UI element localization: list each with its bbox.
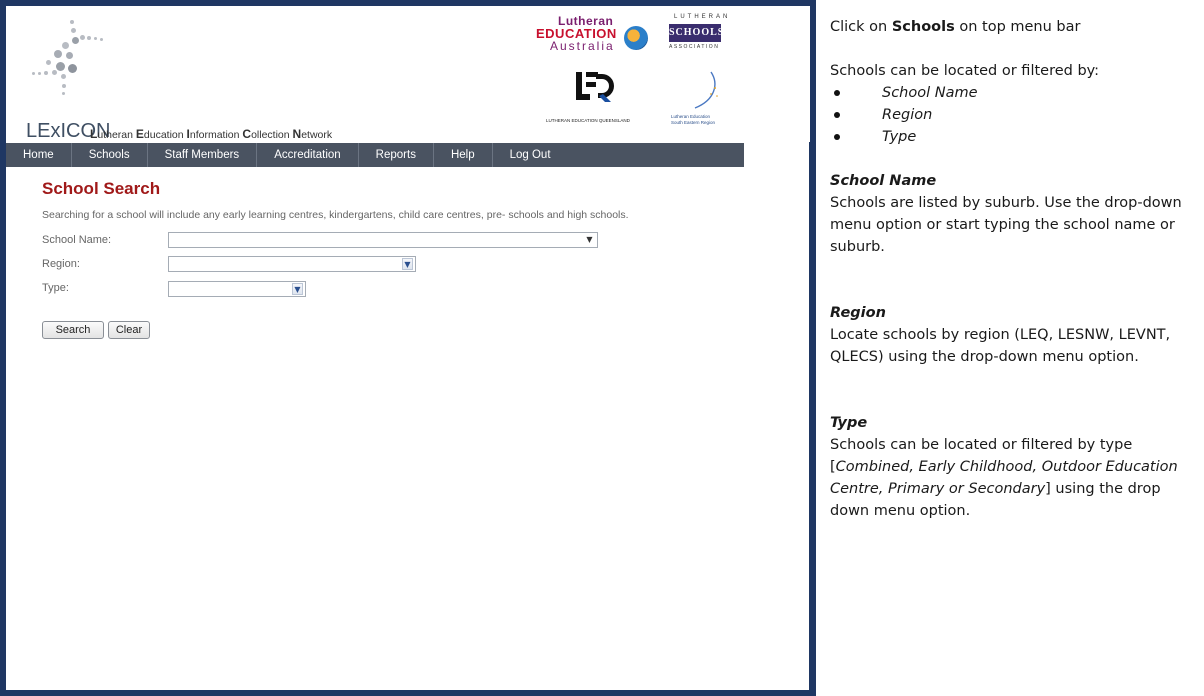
nav-help[interactable]: Help — [434, 143, 493, 167]
school-name-select[interactable]: ▼ — [168, 232, 598, 248]
chevron-down-icon: ▼ — [402, 258, 413, 270]
lexicon-tagline: Lutheran Education Information Collectio… — [90, 127, 333, 141]
header-banner: LExICON Lutheran Education Information C… — [6, 6, 810, 142]
nav-reports[interactable]: Reports — [359, 143, 434, 167]
lutheran-education-australia-logo: Lutheran EDUCATION Australia — [536, 14, 654, 64]
list-item: Region — [830, 104, 1200, 126]
filter-options-list: School Name Region Type — [830, 82, 1200, 148]
region-label: Region: — [42, 258, 80, 270]
region-heading: Region — [830, 305, 886, 321]
page-title: School Search — [42, 179, 161, 198]
chevron-down-icon: ▼ — [292, 283, 303, 295]
instructions-panel: Click on Schools on top menu bar Schools… — [830, 16, 1200, 522]
clear-button[interactable]: Clear — [108, 321, 150, 339]
school-name-label: School Name: — [42, 234, 112, 246]
app-screenshot-frame: LExICON Lutheran Education Information C… — [0, 0, 816, 696]
instruction-filter-intro: Schools can be located or filtered by: — [830, 63, 1100, 79]
list-item: Type — [830, 126, 1200, 148]
school-name-description: Schools are listed by suburb. Use the dr… — [830, 195, 1182, 255]
search-button[interactable]: Search — [42, 321, 104, 339]
top-menu-bar: Home Schools Staff Members Accreditation… — [6, 143, 744, 167]
type-label: Type: — [42, 282, 69, 294]
nav-accreditation[interactable]: Accreditation — [257, 143, 359, 167]
type-select[interactable]: ▼ — [168, 281, 306, 297]
leq-logo: LUTHERAN EDUCATION QUEENSLAND — [546, 70, 636, 130]
type-description: Schools can be located or filtered by ty… — [830, 437, 1178, 519]
chevron-down-icon: ▼ — [586, 235, 593, 244]
nav-staff-members[interactable]: Staff Members — [148, 143, 258, 167]
nav-home[interactable]: Home — [6, 143, 72, 167]
list-item: School Name — [830, 82, 1200, 104]
lutheran-education-region-logo: Lutheran Education South Eastern Region — [671, 68, 741, 128]
type-heading: Type — [830, 415, 868, 431]
globe-icon — [624, 26, 648, 50]
instruction-step-1: Click on Schools on top menu bar — [830, 19, 1081, 35]
lutheran-schools-association-logo: LUTHERAN SCHOOLS ASSOCIATION — [669, 14, 731, 50]
school-name-heading: School Name — [830, 173, 937, 189]
search-intro-text: Searching for a school will include any … — [42, 209, 629, 221]
nav-schools[interactable]: Schools — [72, 143, 148, 167]
leq-mark-icon — [576, 72, 614, 102]
region-select[interactable]: ▼ — [168, 256, 416, 272]
region-description: Locate schools by region (LEQ, LESNW, LE… — [830, 327, 1171, 365]
nav-log-out[interactable]: Log Out — [493, 143, 568, 167]
swoosh-icon — [694, 71, 718, 109]
